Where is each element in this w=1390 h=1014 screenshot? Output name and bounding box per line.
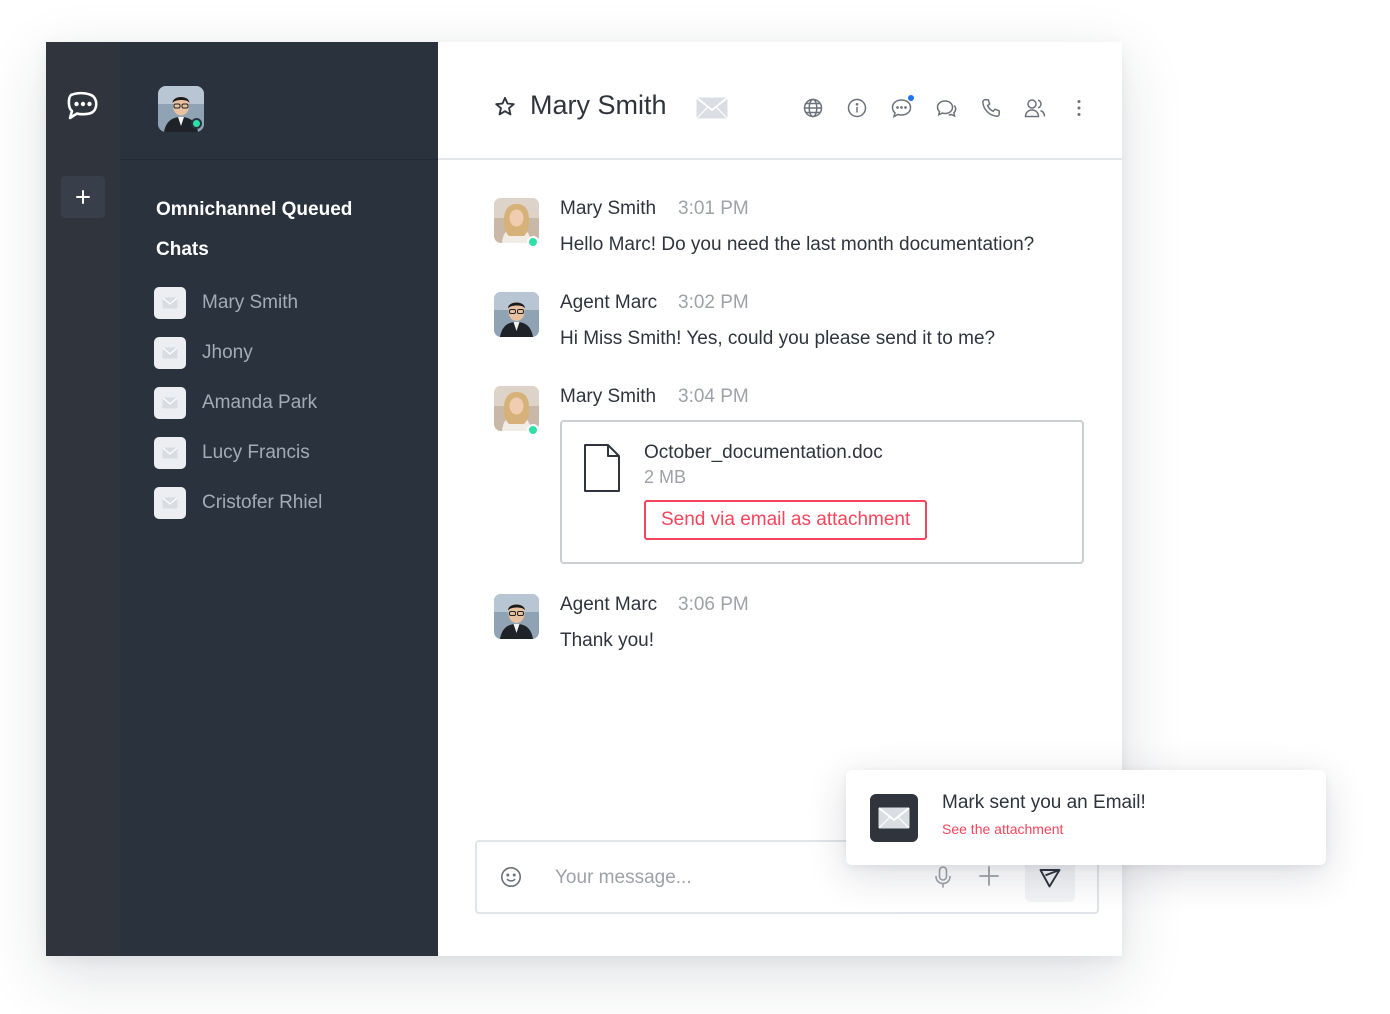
file-icon[interactable]: [582, 442, 622, 499]
room-label: Mary Smith: [202, 292, 299, 313]
envelope-icon: [154, 387, 186, 419]
online-status-dot: [527, 236, 539, 248]
kebab-icon[interactable]: [1075, 97, 1083, 119]
plus-icon[interactable]: [978, 865, 1000, 892]
message: Agent Marc 3:06 PM Thank you!: [494, 594, 1094, 664]
room-list: Mary Smith Jhony Amanda Park Lucy Franci…: [154, 278, 414, 528]
message-time: 3:06 PM: [678, 594, 749, 615]
nav-rail: [46, 42, 120, 956]
star-icon[interactable]: [494, 96, 516, 122]
globe-icon[interactable]: [802, 97, 824, 119]
section-title: Omnichannel Queued Chats: [156, 199, 353, 260]
room-item-jhony[interactable]: Jhony: [154, 328, 414, 378]
avatar[interactable]: [494, 594, 539, 639]
discussion-icon[interactable]: [891, 95, 914, 119]
plus-icon: [76, 190, 90, 204]
message-time: 3:02 PM: [678, 292, 749, 313]
message-author[interactable]: Mary Smith: [560, 386, 656, 408]
room-item-mary-smith[interactable]: Mary Smith: [154, 278, 414, 328]
online-status-dot: [191, 118, 202, 129]
send-icon: [1039, 869, 1061, 888]
online-status-dot: [527, 424, 539, 436]
toast-title: Mark sent you an Email!: [942, 792, 1146, 813]
message: Mary Smith 3:01 PM Hello Marc! Do you ne…: [494, 198, 1094, 268]
phone-icon[interactable]: [980, 97, 1002, 119]
envelope-icon: [696, 97, 728, 124]
message-text: Hello Marc! Do you need the last month d…: [560, 234, 1035, 255]
header-toolbar: [802, 95, 1083, 119]
see-attachment-link[interactable]: See the attachment: [942, 821, 1063, 837]
info-icon[interactable]: [846, 97, 868, 119]
email-notification-toast[interactable]: Mark sent you an Email! See the attachme…: [846, 770, 1326, 865]
file-size: 2 MB: [644, 467, 687, 487]
message-author[interactable]: Agent Marc: [560, 292, 657, 314]
message-author[interactable]: Agent Marc: [560, 594, 657, 616]
message-time: 3:04 PM: [678, 386, 749, 407]
envelope-icon: [154, 287, 186, 319]
rocketchat-logo-icon[interactable]: [63, 85, 103, 125]
notification-dot: [907, 95, 914, 101]
add-button[interactable]: [61, 176, 105, 218]
file-attachment: October_documentation.doc 2 MB Send via …: [560, 420, 1084, 564]
room-title: Mary Smith: [530, 90, 667, 120]
message-text: Thank you!: [560, 630, 654, 651]
envelope-icon: [154, 437, 186, 469]
room-header: Mary Smith: [438, 42, 1122, 160]
room-label: Amanda Park: [202, 392, 318, 413]
file-name[interactable]: October_documentation.doc: [644, 442, 883, 464]
message-author[interactable]: Mary Smith: [560, 198, 656, 220]
sidebar-header: [120, 42, 438, 160]
members-icon[interactable]: [1024, 97, 1046, 119]
microphone-icon[interactable]: [933, 865, 953, 894]
room-item-amanda-park[interactable]: Amanda Park: [154, 378, 414, 428]
message-time: 3:01 PM: [678, 198, 749, 219]
envelope-icon: [870, 794, 918, 842]
room-label: Jhony: [202, 342, 253, 363]
room-item-cristofer-rhiel[interactable]: Cristofer Rhiel: [154, 478, 414, 528]
envelope-icon: [154, 487, 186, 519]
message-input[interactable]: [555, 860, 885, 896]
room-item-lucy-francis[interactable]: Lucy Francis: [154, 428, 414, 478]
send-via-email-button[interactable]: Send via email as attachment: [644, 500, 928, 540]
sidebar: Omnichannel Queued Chats Mary Smith Jhon…: [120, 42, 438, 956]
emoji-icon[interactable]: [500, 866, 522, 893]
message: Mary Smith 3:04 PM October_documentation…: [494, 386, 1094, 566]
envelope-icon: [154, 337, 186, 369]
avatar[interactable]: [494, 292, 539, 337]
threads-icon[interactable]: [935, 97, 957, 119]
room-label: Lucy Francis: [202, 442, 310, 463]
message: Agent Marc 3:02 PM Hi Miss Smith! Yes, c…: [494, 292, 1094, 362]
room-label: Cristofer Rhiel: [202, 492, 323, 513]
message-text: Hi Miss Smith! Yes, could you please sen…: [560, 328, 996, 349]
